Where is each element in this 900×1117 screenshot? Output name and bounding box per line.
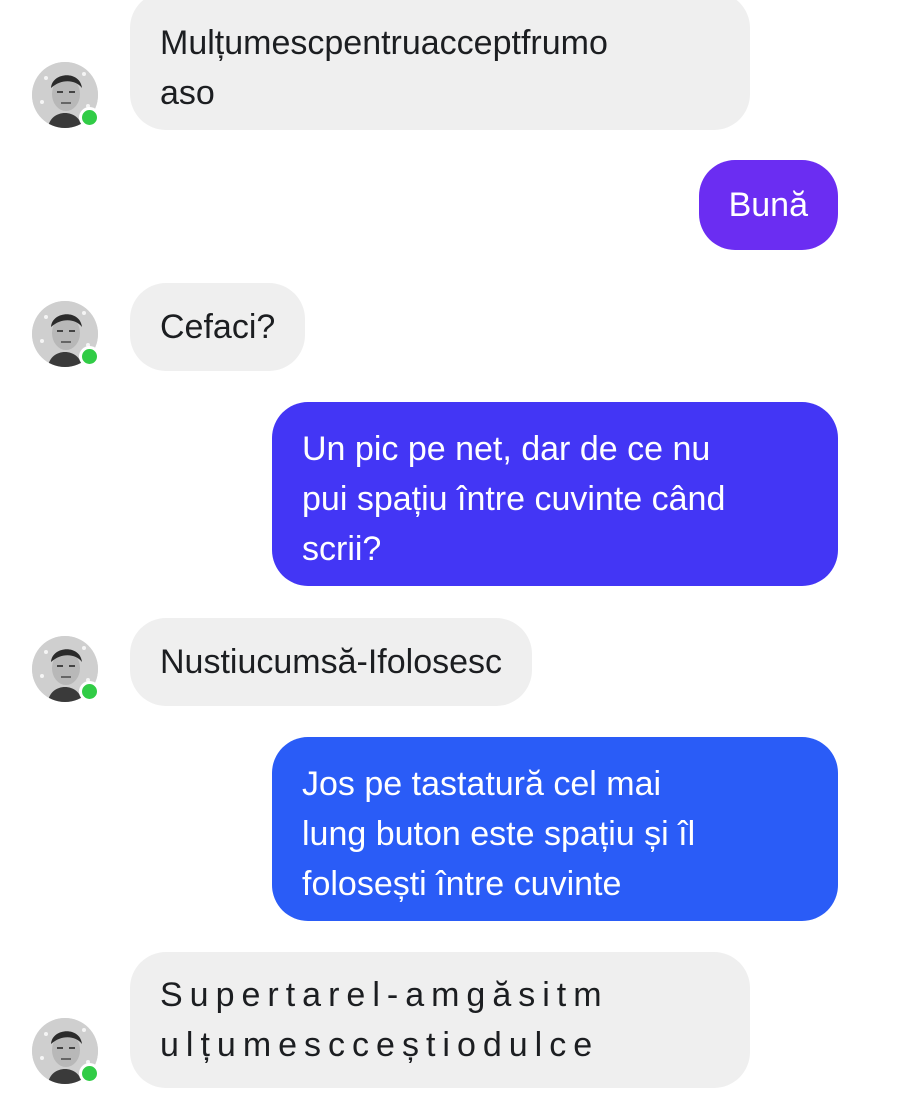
message-line: Supertarel-amgăsitm [160,976,609,1014]
message-line: lung buton este spațiu și îl [302,815,696,853]
contact-avatar[interactable] [32,636,100,702]
message-text: Nustiucumsă-Ifolosesc [160,643,503,681]
message-line: Mulțumescpentruacceptfrumo [160,24,608,62]
message-line: aso [160,74,215,112]
message-line: folosești între cuvinte [302,865,622,903]
message-line: Jos pe tastatură cel mai [302,765,662,803]
incoming-message-bubble[interactable]: Cefaci? [130,283,306,371]
incoming-message-bubble[interactable]: Mulțumescpentruacceptfrumo aso [130,0,750,130]
incoming-message-bubble[interactable]: Supertarel-amgăsitm ulțumescceștiodulce [130,952,750,1088]
online-status-icon [79,107,100,128]
outgoing-message-bubble[interactable]: Jos pe tastatură cel mai lung buton este… [272,737,838,921]
contact-avatar[interactable] [32,301,100,367]
message-text: Cefaci? [160,308,276,346]
message-line: ulțumescceștiodulce [160,1026,600,1064]
online-status-icon [79,1063,100,1084]
outgoing-message-bubble[interactable]: Un pic pe net, dar de ce nu pui spațiu î… [272,402,838,586]
contact-avatar[interactable] [32,62,100,128]
message-line: pui spațiu între cuvinte când [302,480,726,518]
message-text: Bună [728,186,808,224]
contact-avatar[interactable] [32,1018,100,1084]
online-status-icon [79,681,100,702]
message-line: scrii? [302,530,382,568]
message-line: Un pic pe net, dar de ce nu [302,430,711,468]
outgoing-message-bubble[interactable]: Bună [698,160,838,250]
incoming-message-bubble[interactable]: Nustiucumsă-Ifolosesc [130,618,533,706]
online-status-icon [79,346,100,367]
